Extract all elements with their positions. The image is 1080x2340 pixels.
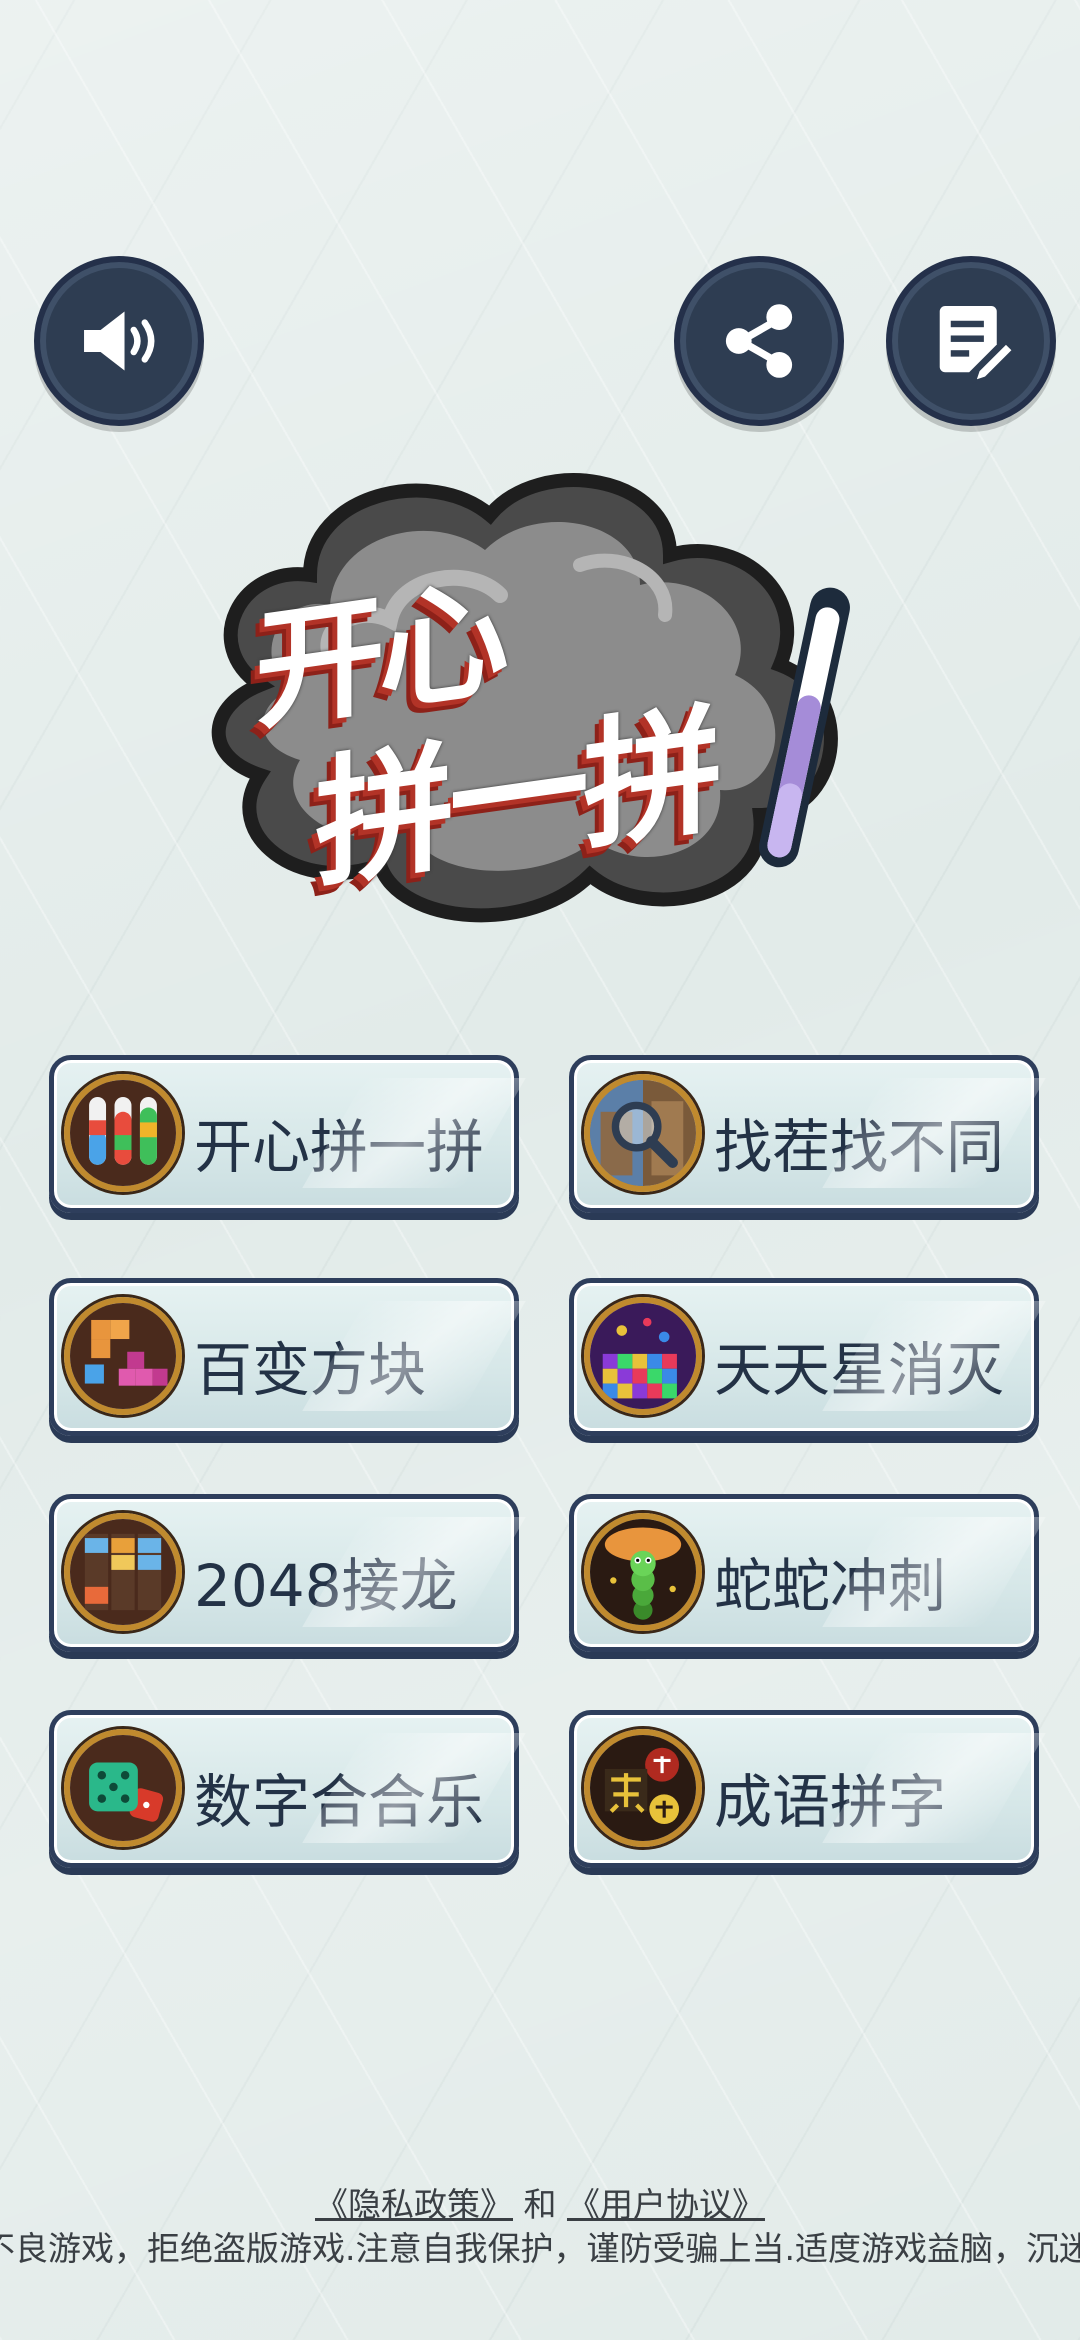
game-label: 找茬找不同	[714, 1113, 1005, 1181]
game-logo: 开心 拼一拼	[200, 455, 900, 945]
idiom-characters-icon	[584, 1729, 702, 1847]
share-icon	[725, 304, 793, 378]
game-button-baibian-fangkuai[interactable]: 百变方块	[49, 1278, 519, 1436]
speaker-volume-icon	[84, 311, 155, 371]
game-label: 开心拼一拼	[194, 1113, 485, 1181]
privacy-policy-link[interactable]: 《隐私政策》	[315, 2185, 513, 2224]
footer-and-text: 和	[513, 2185, 567, 2224]
game-button-tiantian-xingxiaomie[interactable]: 天天星消灭	[569, 1278, 1039, 1436]
game-button-sheshe-chongci[interactable]: 蛇蛇冲刺	[569, 1494, 1039, 1652]
star-blocks-icon	[584, 1297, 702, 1415]
game-label: 百变方块	[194, 1336, 427, 1404]
game-label: 天天星消灭	[714, 1336, 1005, 1404]
game-label: 成语拼字	[714, 1768, 947, 1836]
sound-button[interactable]	[34, 256, 204, 426]
game-button-chengyu-pinzi[interactable]: 成语拼字	[569, 1710, 1039, 1868]
game-button-shuzi-hehele[interactable]: 数字合合乐	[49, 1710, 519, 1868]
notes-button[interactable]	[886, 256, 1056, 426]
snake-icon	[584, 1513, 702, 1631]
note-edit-icon	[939, 306, 1016, 384]
footer-links: 《隐私政策》 和 《用户协议》	[0, 2178, 1080, 2226]
game-label: 蛇蛇冲刺	[714, 1552, 947, 1620]
health-notice: 不良游戏，拒绝盗版游戏.注意自我保护，谨防受骗上当.适度游戏益脑，沉迷	[0, 2229, 1080, 2268]
game-label: 数字合合乐	[194, 1768, 485, 1836]
dice-icon	[64, 1729, 182, 1847]
game-label: 2048接龙	[194, 1552, 458, 1620]
color-tubes-icon	[64, 1074, 182, 1192]
user-agreement-link[interactable]: 《用户协议》	[567, 2185, 765, 2224]
game-button-2048-jielong[interactable]: 2048接龙	[49, 1494, 519, 1652]
blocks-icon	[64, 1297, 182, 1415]
share-button[interactable]	[674, 256, 844, 426]
game-button-kaixin-pinyipin[interactable]: 开心拼一拼	[49, 1055, 519, 1213]
number-columns-icon	[64, 1513, 182, 1631]
magnifier-photo-icon	[584, 1074, 702, 1192]
game-button-zhaocha[interactable]: 找茬找不同	[569, 1055, 1039, 1213]
